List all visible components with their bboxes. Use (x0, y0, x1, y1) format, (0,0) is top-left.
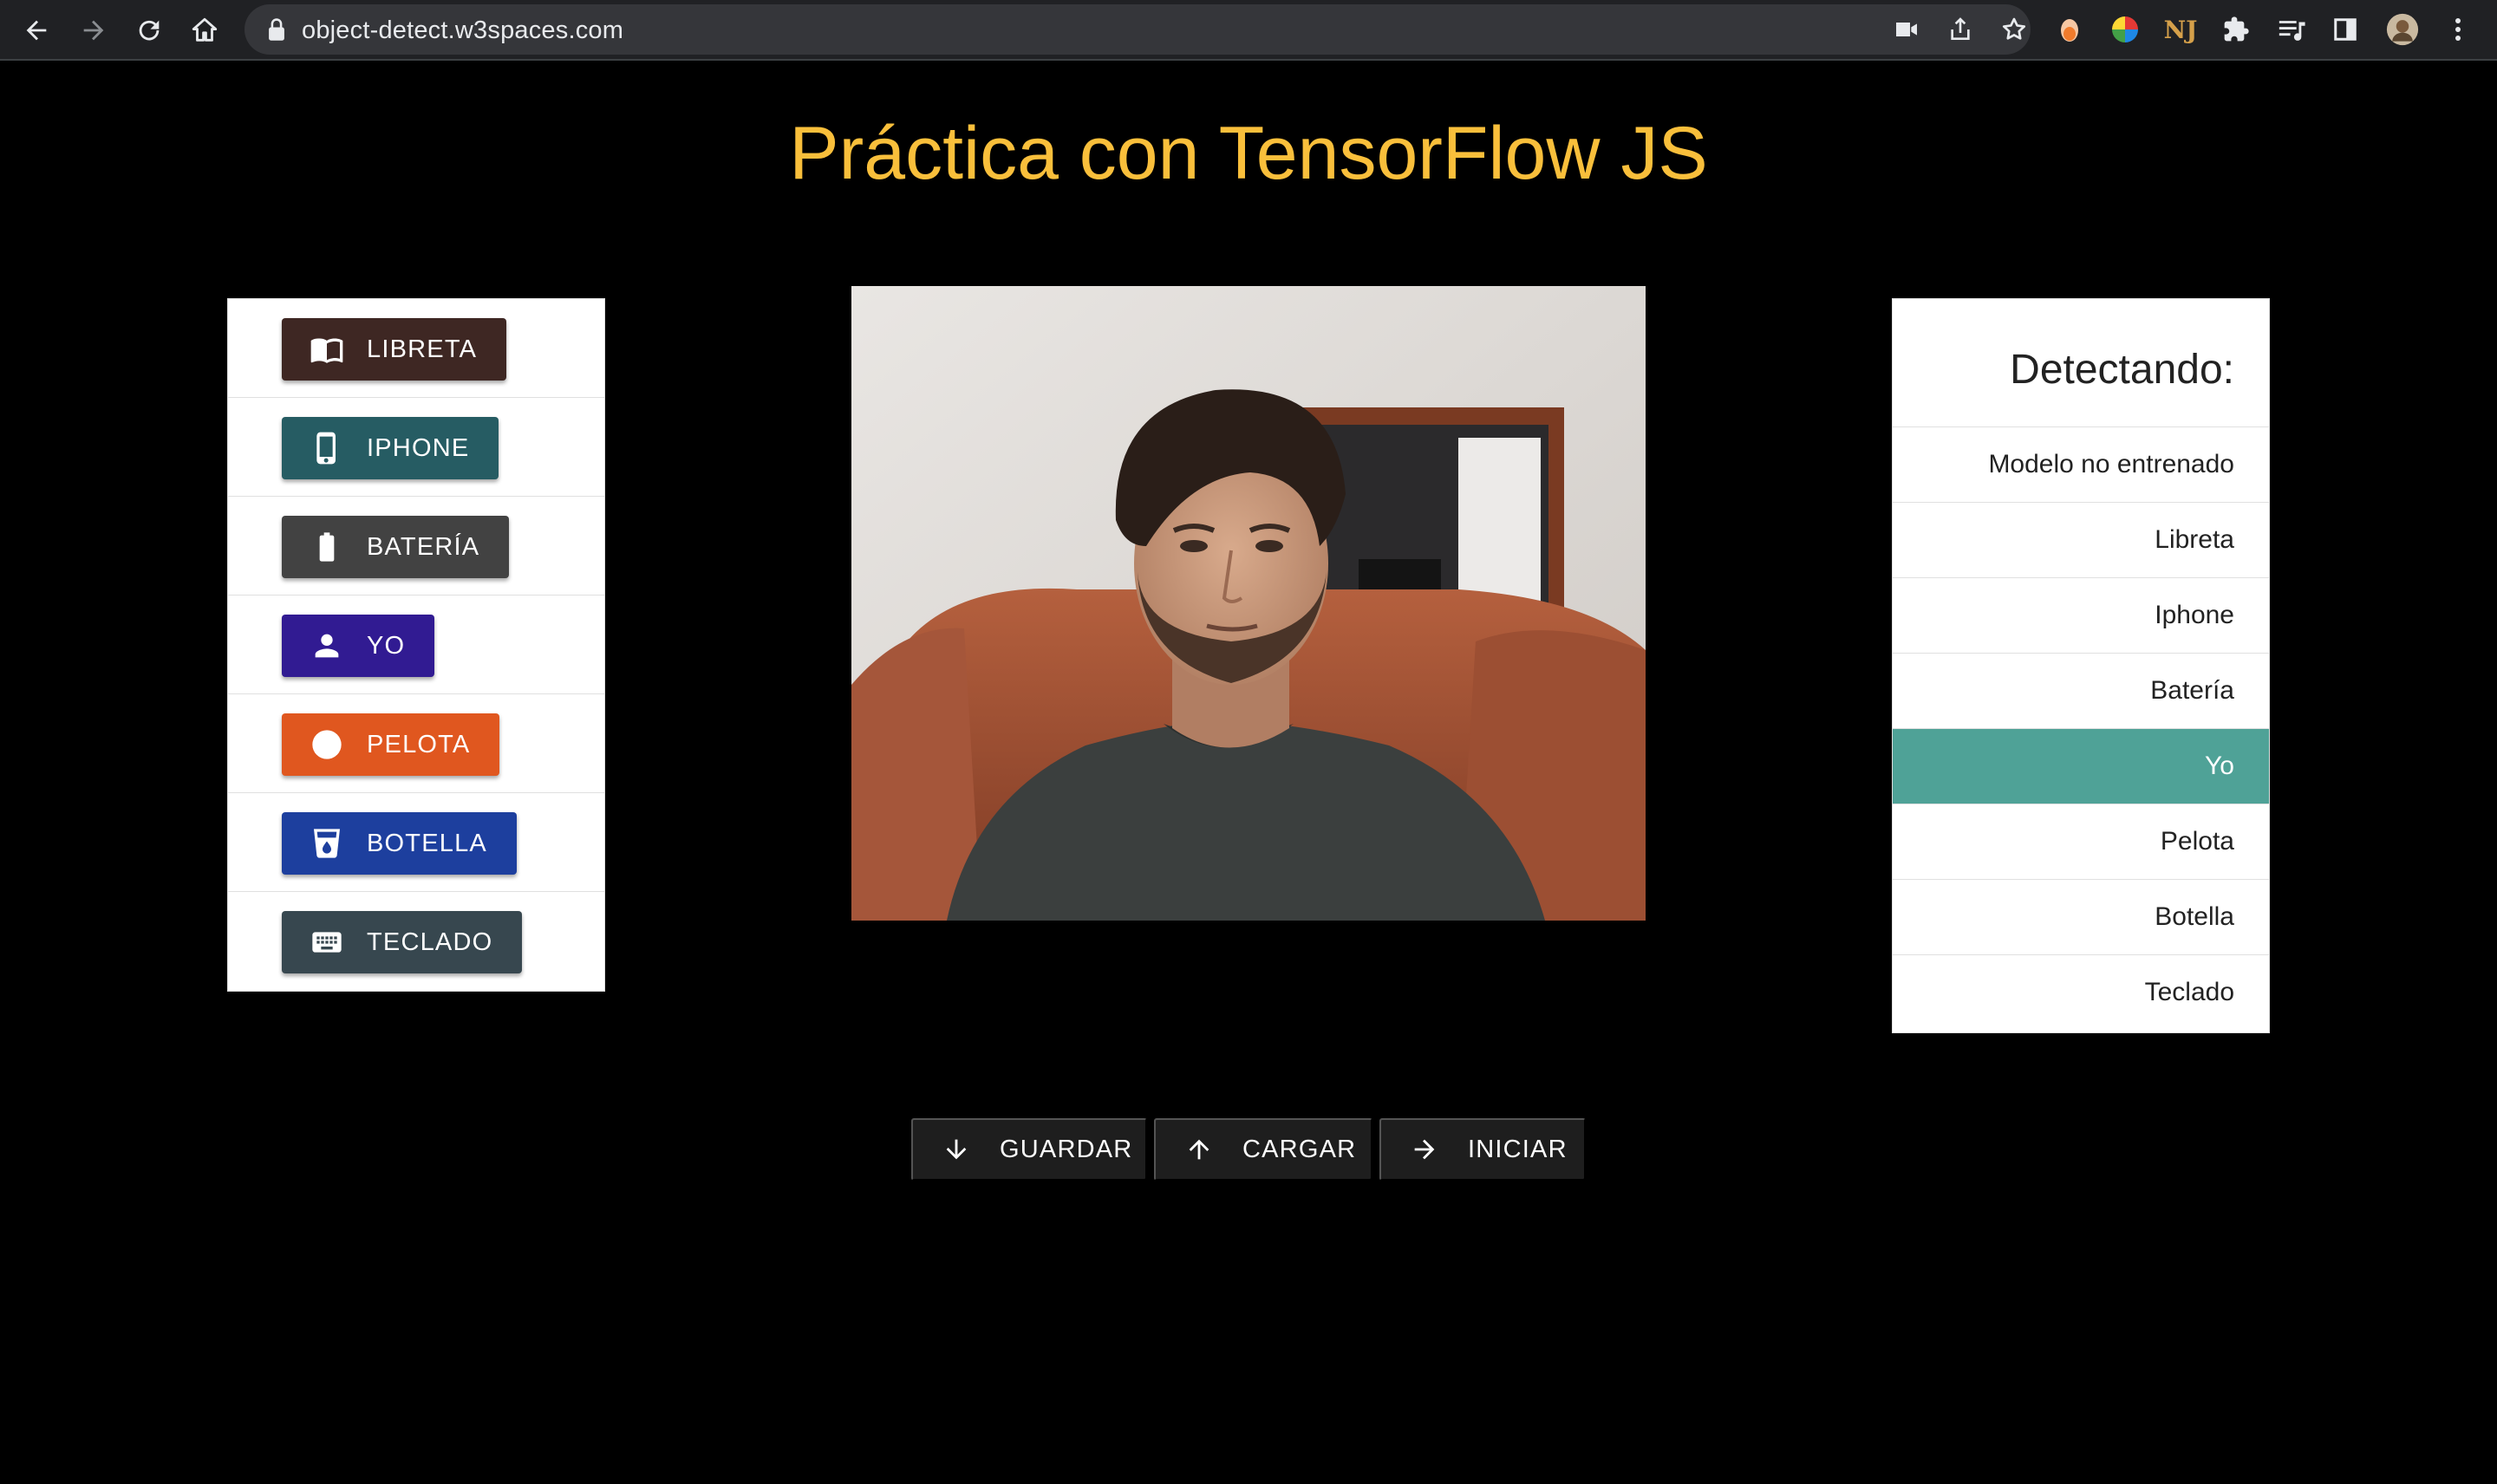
color-picker-icon[interactable] (2109, 13, 2142, 46)
home-icon (192, 17, 218, 42)
book-icon (310, 332, 344, 367)
extension-icon-1[interactable] (2053, 13, 2086, 46)
libreta-button-label: LIBRETA (367, 335, 478, 363)
iniciar-button-label: INICIAR (1468, 1135, 1568, 1163)
teclado-button-label: TECLADO (367, 928, 493, 956)
guardar-button-label: GUARDAR (1000, 1135, 1133, 1163)
battery-icon (310, 530, 344, 564)
circle-icon (310, 727, 344, 762)
star-icon[interactable] (1999, 16, 2029, 43)
home-button[interactable] (184, 10, 225, 51)
bottle-icon (310, 826, 344, 861)
list-item: IPHONE (228, 398, 604, 497)
teclado-button[interactable]: TECLADO (282, 911, 523, 973)
lock-icon (269, 18, 284, 41)
list-item: TECLADO (228, 892, 604, 991)
person-icon (310, 628, 344, 663)
url-text: object-detect.w3spaces.com (302, 16, 624, 44)
libreta-button[interactable]: LIBRETA (282, 318, 507, 381)
list-item: YO (228, 596, 604, 694)
iniciar-button[interactable]: INICIAR (1379, 1118, 1586, 1181)
list-item: BATERÍA (228, 497, 604, 596)
address-bar[interactable]: object-detect.w3spaces.com (244, 4, 2031, 55)
menu-icon[interactable] (2442, 13, 2474, 46)
detection-header: Detectando: (1893, 299, 2269, 427)
list-item: LIBRETA (228, 299, 604, 398)
back-button[interactable] (16, 10, 57, 51)
reload-icon (139, 20, 160, 41)
yo-button-label: YO (367, 631, 406, 660)
puzzle-icon[interactable] (2220, 13, 2253, 46)
class-button-list: LIBRETA IPHONE BATERÍA YO PELOTA BOTELLA… (227, 298, 605, 992)
media-icon[interactable] (2275, 13, 2308, 46)
back-icon (26, 20, 47, 41)
list-item: BOTELLA (228, 793, 604, 892)
camera-icon[interactable] (1892, 16, 1921, 43)
profile-avatar[interactable] (2386, 13, 2419, 46)
detection-item-iphone: Iphone (1893, 578, 2269, 654)
webcam-video (851, 286, 1646, 921)
bateria-button[interactable]: BATERÍA (282, 516, 510, 578)
cargar-button-label: CARGAR (1242, 1135, 1357, 1163)
extension-icon-3[interactable]: NJ (2164, 13, 2198, 46)
detection-item-modelo: Modelo no entrenado (1893, 427, 2269, 503)
arrow-down-icon (939, 1132, 974, 1167)
iphone-button-label: IPHONE (367, 433, 470, 462)
pelota-button-label: PELOTA (367, 730, 471, 758)
arrow-up-icon (1182, 1132, 1216, 1167)
reload-button[interactable] (128, 10, 170, 51)
pelota-button[interactable]: PELOTA (282, 713, 500, 776)
browser-toolbar: object-detect.w3spaces.com NJ (0, 0, 2497, 61)
cargar-button[interactable]: CARGAR (1154, 1118, 1372, 1181)
arrow-right-icon (1407, 1132, 1442, 1167)
page-title: Práctica con TensorFlow JS (789, 112, 1708, 195)
detection-item-yo: Yo (1893, 729, 2269, 804)
detection-item-teclado: Teclado (2144, 978, 2234, 1006)
yo-button[interactable]: YO (282, 615, 435, 677)
forward-icon (83, 20, 104, 41)
keyboard-icon (310, 925, 344, 960)
botella-button[interactable]: BOTELLA (282, 812, 517, 875)
phone-icon (310, 431, 344, 465)
list-item: PELOTA (228, 694, 604, 793)
detection-item-bateria: Batería (1893, 654, 2269, 729)
sidebar-icon[interactable] (2329, 13, 2362, 46)
detection-list: Detectando: Modelo no entrenado Libreta … (1892, 298, 2270, 1033)
forward-button[interactable] (73, 10, 114, 51)
guardar-button[interactable]: GUARDAR (911, 1118, 1147, 1181)
botella-button-label: BOTELLA (367, 829, 487, 857)
bateria-button-label: BATERÍA (367, 532, 480, 561)
detection-item-pelota: Pelota (1893, 804, 2269, 880)
iphone-button[interactable]: IPHONE (282, 417, 499, 479)
share-icon[interactable] (1946, 16, 1975, 43)
detection-item-botella: Botella (1893, 880, 2269, 955)
detection-item-libreta: Libreta (1893, 503, 2269, 578)
